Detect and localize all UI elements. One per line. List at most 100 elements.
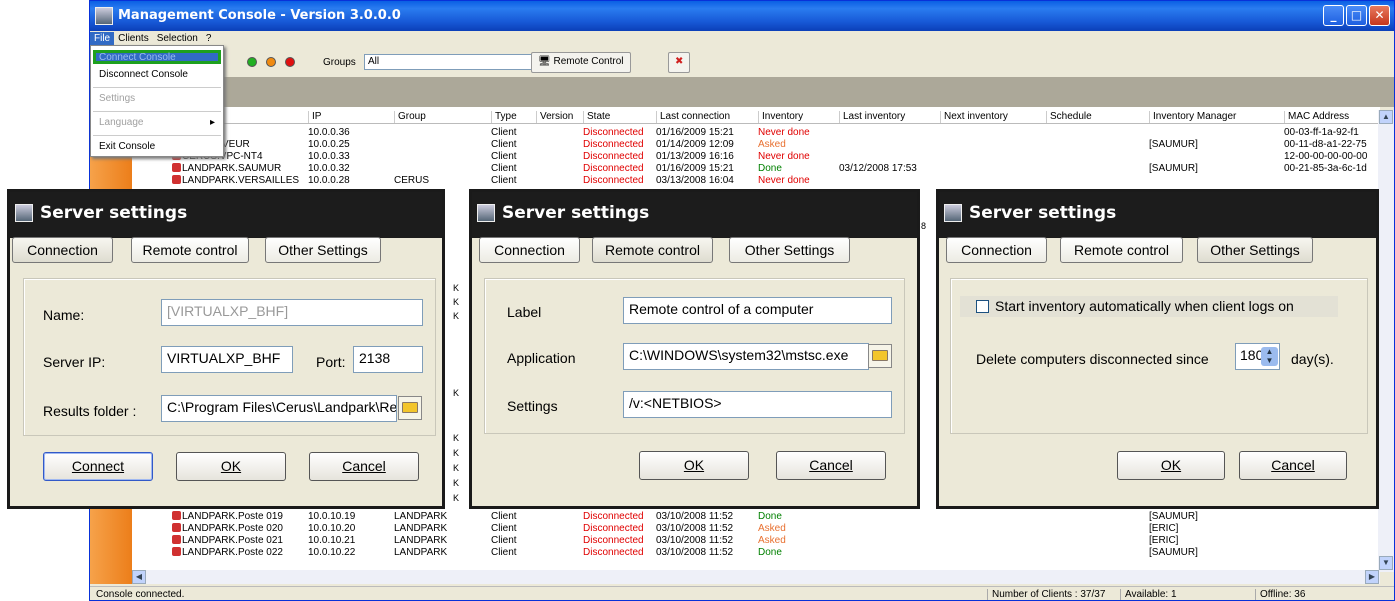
menu-language[interactable]: Language ▸: [93, 116, 221, 130]
cell-type: Client: [491, 547, 517, 558]
stray-char: K: [453, 388, 460, 398]
col-last-connection[interactable]: Last connection: [656, 111, 730, 123]
ok-button-label: OK: [1160, 457, 1182, 473]
col-last-inventory[interactable]: Last inventory: [839, 111, 905, 123]
settings-field[interactable]: /v:<NETBIOS>: [623, 391, 892, 418]
cancel-button[interactable]: Cancel: [1239, 451, 1347, 480]
dialog-title-bar[interactable]: Server settings: [10, 192, 442, 238]
table-row[interactable]: LANDPARK.Poste 019 10.0.10.19 LANDPARK Clie…: [132, 511, 1380, 523]
table-row[interactable]: LANDPARK.VERSAILLES 10.0.0.28 CERUS Client D…: [132, 175, 1380, 187]
col-mac-address[interactable]: MAC Address: [1284, 111, 1349, 123]
table-row[interactable]: VEUR 10.0.0.25 Client Disconnected 01/14/200…: [132, 139, 1380, 151]
app-icon: [477, 204, 495, 222]
menu-exit-console[interactable]: Exit Console: [93, 140, 221, 154]
col-version[interactable]: Version: [536, 111, 573, 123]
connect-button[interactable]: Connect: [43, 452, 153, 481]
table-row[interactable]: LANDPARK.Poste 022 10.0.10.22 LANDPARK Clie…: [132, 547, 1380, 559]
table-row[interactable]: 10.0.0.36 Client Disconnected 01/16/2009 15…: [132, 127, 1380, 139]
tab-remote-control[interactable]: Remote control: [592, 237, 713, 263]
client-disconnected-icon: [172, 535, 181, 544]
browse-application-button[interactable]: [868, 344, 892, 368]
cell-ip: 10.0.0.33: [308, 151, 350, 162]
close-button[interactable]: ✕: [1369, 5, 1390, 26]
days-spinner[interactable]: 180 ▲ ▼: [1235, 343, 1280, 370]
browse-folder-button[interactable]: [398, 396, 422, 420]
vertical-scrollbar[interactable]: ▲ ▼: [1378, 110, 1394, 572]
red-status-icon[interactable]: [285, 57, 295, 67]
settings-label: Settings: [507, 398, 558, 414]
dialog-title-bar[interactable]: Server settings: [472, 192, 917, 238]
application-field[interactable]: C:\WINDOWS\system32\mstsc.exe: [623, 343, 869, 370]
cell-group: LANDPARK: [394, 535, 448, 546]
menu-clients[interactable]: Clients: [114, 32, 153, 46]
cell-group: LANDPARK: [394, 523, 448, 534]
port-field[interactable]: 2138: [353, 346, 423, 373]
stray-char: K: [453, 493, 460, 503]
ok-button[interactable]: OK: [176, 452, 286, 481]
col-type[interactable]: Type: [491, 111, 517, 123]
server-ip-field[interactable]: VIRTUALXP_BHF: [161, 346, 293, 373]
auto-inventory-checkbox[interactable]: [976, 300, 989, 313]
tab-connection[interactable]: Connection: [946, 237, 1047, 263]
menu-connect-console[interactable]: Connect Console: [93, 50, 221, 64]
dialog-title-bar[interactable]: Server settings: [939, 192, 1376, 238]
ok-button-label: OK: [683, 457, 705, 473]
col-ip[interactable]: IP: [308, 111, 321, 123]
table-row[interactable]: LANDPARK.SAUMUR 10.0.0.32 Client Disconnect…: [132, 163, 1380, 175]
table-row[interactable]: CERUS.VPC-NT410.0.0.33ClientDisconnected…: [132, 151, 1380, 163]
cell-state: Disconnected: [583, 511, 644, 522]
tab-other-settings[interactable]: Other Settings: [729, 237, 850, 263]
orange-status-icon[interactable]: [266, 57, 276, 67]
tab-connection[interactable]: Connection: [12, 237, 113, 263]
menu-help[interactable]: ?: [202, 32, 216, 46]
ok-button[interactable]: OK: [639, 451, 749, 480]
scroll-down-icon[interactable]: ▼: [1379, 556, 1393, 570]
tab-other-settings[interactable]: Other Settings: [1197, 237, 1313, 263]
cell-name: LANDPARK.Poste 021: [182, 535, 283, 546]
col-schedule[interactable]: Schedule: [1046, 111, 1092, 123]
port-label: Port:: [316, 354, 346, 370]
spinner-arrows-icon[interactable]: ▲ ▼: [1261, 347, 1278, 366]
cancel-button[interactable]: Cancel: [309, 452, 419, 481]
tab-remote-control[interactable]: Remote control: [131, 237, 249, 263]
menu-selection[interactable]: Selection: [153, 32, 202, 46]
name-label: Name:: [43, 307, 85, 323]
other-settings-panel: Start inventory automatically when clien…: [950, 278, 1368, 434]
remote-control-button[interactable]: 🖥 Remote Control: [531, 52, 631, 73]
stray-char: K: [453, 463, 460, 473]
scroll-left-icon[interactable]: ◀: [132, 570, 146, 584]
cell-type: Client: [491, 511, 517, 522]
disconnect-icon[interactable]: ✖: [668, 52, 691, 73]
auto-inventory-row[interactable]: Start inventory automatically when clien…: [960, 296, 1338, 317]
cancel-button[interactable]: Cancel: [776, 451, 886, 480]
maximize-button[interactable]: □: [1346, 5, 1367, 26]
minimize-button[interactable]: _: [1323, 5, 1344, 26]
dialog-title: Server settings: [502, 203, 650, 223]
menu-settings[interactable]: Settings: [93, 92, 221, 106]
menu-file[interactable]: File: [90, 32, 115, 46]
tab-connection[interactable]: Connection: [479, 237, 580, 263]
label-field[interactable]: Remote control of a computer: [623, 297, 892, 324]
results-folder-field[interactable]: C:\Program Files\Cerus\Landpark\Re: [161, 395, 397, 422]
name-field[interactable]: [VIRTUALXP_BHF]: [161, 299, 423, 326]
green-status-icon[interactable]: [247, 57, 257, 67]
ok-button[interactable]: OK: [1117, 451, 1225, 480]
col-next-inventory[interactable]: Next inventory: [940, 111, 1008, 123]
col-inventory[interactable]: Inventory: [758, 111, 803, 123]
col-inventory-manager[interactable]: Inventory Manager: [1149, 111, 1236, 123]
scroll-up-icon[interactable]: ▲: [1379, 110, 1393, 124]
menu-disconnect-console[interactable]: Disconnect Console: [93, 68, 221, 82]
title-bar[interactable]: Management Console - Version 3.0.0.0 _ □…: [90, 1, 1394, 31]
scroll-right-icon[interactable]: ▶: [1365, 570, 1379, 584]
tab-remote-control[interactable]: Remote control: [1060, 237, 1183, 263]
client-disconnected-icon: [172, 547, 181, 556]
cell-state: Disconnected: [583, 151, 644, 162]
groups-value: All: [368, 56, 380, 67]
col-state[interactable]: State: [583, 111, 610, 123]
tab-other-settings[interactable]: Other Settings: [265, 237, 381, 263]
cell-inv: Asked: [758, 139, 786, 150]
table-row[interactable]: LANDPARK.Poste 021 10.0.10.21 LANDPARK Clie…: [132, 535, 1380, 547]
col-group[interactable]: Group: [394, 111, 426, 123]
horizontal-scrollbar[interactable]: ◀ ▶: [132, 570, 1380, 584]
table-row[interactable]: LANDPARK.Poste 020 10.0.10.20 LANDPARK Clie…: [132, 523, 1380, 535]
